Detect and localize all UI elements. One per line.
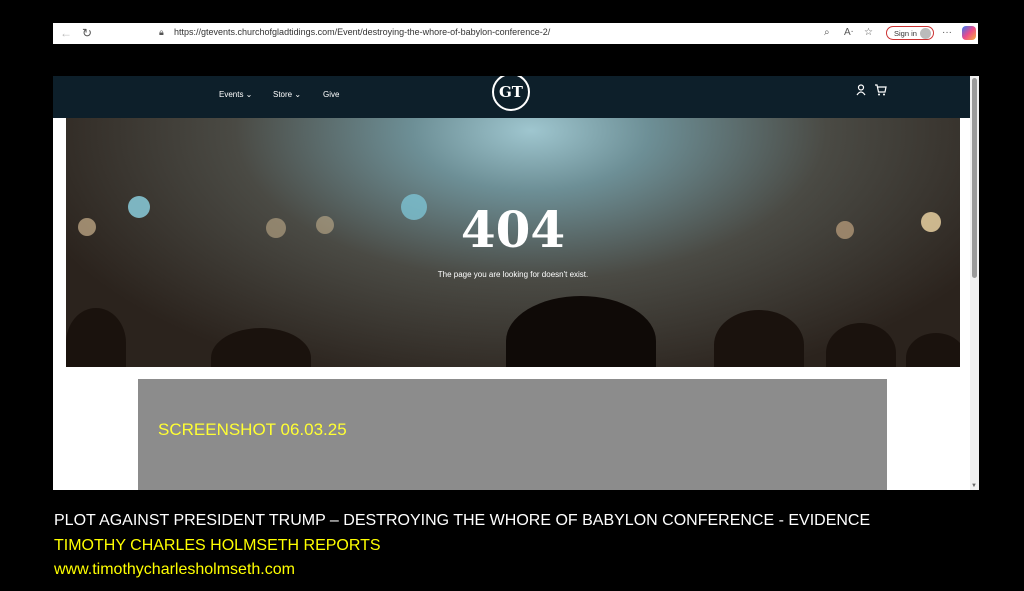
caption-reporter: TIMOTHY CHARLES HOLMSETH REPORTS xyxy=(54,537,381,554)
refresh-icon[interactable]: ↻ xyxy=(80,26,94,40)
crowd-silhouette xyxy=(714,310,804,367)
crowd-silhouette xyxy=(906,333,960,367)
favorite-star-icon[interactable]: ☆ xyxy=(864,27,873,39)
crowd-silhouette xyxy=(826,323,896,367)
screenshot-stamp: SCREENSHOT 06.03.25 xyxy=(158,420,347,439)
copilot-icon[interactable] xyxy=(962,26,976,40)
avatar xyxy=(920,28,931,39)
crowd-silhouette xyxy=(66,308,126,367)
zoom-icon[interactable]: ⌕ xyxy=(824,27,830,39)
scroll-down-arrow-icon[interactable]: ▼ xyxy=(971,483,977,489)
site-navigation: Events ⌄ Store ⌄ Give GT xyxy=(53,76,970,118)
sign-in-button[interactable]: Sign in xyxy=(886,26,934,40)
read-aloud-icon[interactable]: Aᐧ xyxy=(844,27,853,39)
more-menu-button[interactable]: ··· xyxy=(942,27,952,39)
redaction-panel: SCREENSHOT 06.03.25 xyxy=(138,379,887,490)
caption-website: www.timothycharlesholmseth.com xyxy=(54,561,295,578)
address-bar[interactable]: https://gtevents.churchofgladtidings.com… xyxy=(174,27,550,37)
site-logo[interactable]: GT xyxy=(492,76,530,111)
cart-icon[interactable] xyxy=(874,84,887,99)
nav-give[interactable]: Give xyxy=(323,90,339,99)
web-page: Events ⌄ Store ⌄ Give GT 404 The page yo… xyxy=(53,76,979,490)
page-scrollbar[interactable]: ▼ xyxy=(970,76,979,490)
nav-store[interactable]: Store ⌄ xyxy=(273,90,301,99)
user-icon[interactable] xyxy=(856,84,866,99)
scrollbar-thumb[interactable] xyxy=(972,78,977,278)
lock-icon[interactable]: 🔒︎ xyxy=(159,27,164,38)
error-code: 404 xyxy=(460,200,566,259)
crowd-silhouette xyxy=(506,296,656,367)
sign-in-label: Sign in xyxy=(894,29,917,38)
hero-banner: 404 The page you are looking for doesn't… xyxy=(66,118,960,367)
back-arrow-icon[interactable]: ← xyxy=(59,26,73,40)
browser-toolbar: ← ↻ 🔒︎ https://gtevents.churchofgladtidi… xyxy=(53,23,978,44)
crowd-silhouette xyxy=(211,328,311,367)
caption-headline: PLOT AGAINST PRESIDENT TRUMP – DESTROYIN… xyxy=(54,512,871,529)
error-message: The page you are looking for doesn't exi… xyxy=(437,270,589,279)
nav-events[interactable]: Events ⌄ xyxy=(219,90,252,99)
